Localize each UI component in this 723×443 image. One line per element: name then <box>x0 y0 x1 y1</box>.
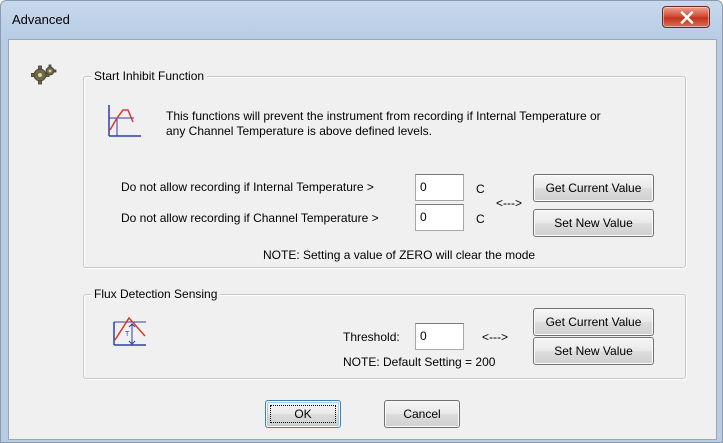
channel-temperature-input[interactable]: 0 <box>415 204 464 231</box>
start-inhibit-note: NOTE: Setting a value of ZERO will clear… <box>263 248 536 262</box>
ok-button[interactable]: OK <box>265 400 341 428</box>
start-inhibit-group: Start Inhibit Function This functions wi… <box>83 69 686 268</box>
get-current-temperature-button[interactable]: Get Current Value <box>533 174 654 202</box>
flux-detection-legend: Flux Detection Sensing <box>91 287 221 301</box>
svg-text:T: T <box>125 331 130 338</box>
ok-label: OK <box>294 407 312 421</box>
threshold-label: Threshold: <box>343 330 400 344</box>
set-new-temperature-button[interactable]: Set New Value <box>533 209 654 237</box>
internal-temperature-input[interactable]: 0 <box>415 174 464 201</box>
temperature-graph-icon <box>108 105 141 137</box>
cancel-button[interactable]: Cancel <box>384 400 460 428</box>
start-inhibit-description-line2: any Channel Temperature is above defined… <box>166 124 432 138</box>
internal-temperature-label: Do not allow recording if Internal Tempe… <box>121 180 374 194</box>
internal-temperature-unit: C <box>476 182 485 196</box>
set-new-threshold-button[interactable]: Set New Value <box>533 337 654 365</box>
dialog-body: Start Inhibit Function This functions wi… <box>8 39 717 440</box>
title-bar[interactable]: Advanced <box>1 1 722 39</box>
flux-graph-icon: T <box>113 316 146 346</box>
flux-arrow: <---> <box>482 330 509 344</box>
start-inhibit-arrow: <---> <box>496 196 523 210</box>
threshold-input[interactable]: 0 <box>415 323 464 350</box>
start-inhibit-legend: Start Inhibit Function <box>91 69 208 83</box>
get-current-threshold-button[interactable]: Get Current Value <box>533 308 654 336</box>
close-button[interactable] <box>662 6 710 28</box>
flux-detection-group: Flux Detection Sensing T Threshold: 0 <-… <box>83 287 686 379</box>
flux-note: NOTE: Default Setting = 200 <box>343 355 496 369</box>
gear-icon <box>31 64 57 85</box>
channel-temperature-label: Do not allow recording if Channel Temper… <box>121 211 379 225</box>
advanced-dialog: Advanced Start Inhibit Function This fun… <box>0 0 723 443</box>
window-title: Advanced <box>12 12 70 27</box>
start-inhibit-description-line1: This functions will prevent the instrume… <box>166 109 601 123</box>
close-icon <box>680 11 694 24</box>
channel-temperature-unit: C <box>476 212 485 226</box>
